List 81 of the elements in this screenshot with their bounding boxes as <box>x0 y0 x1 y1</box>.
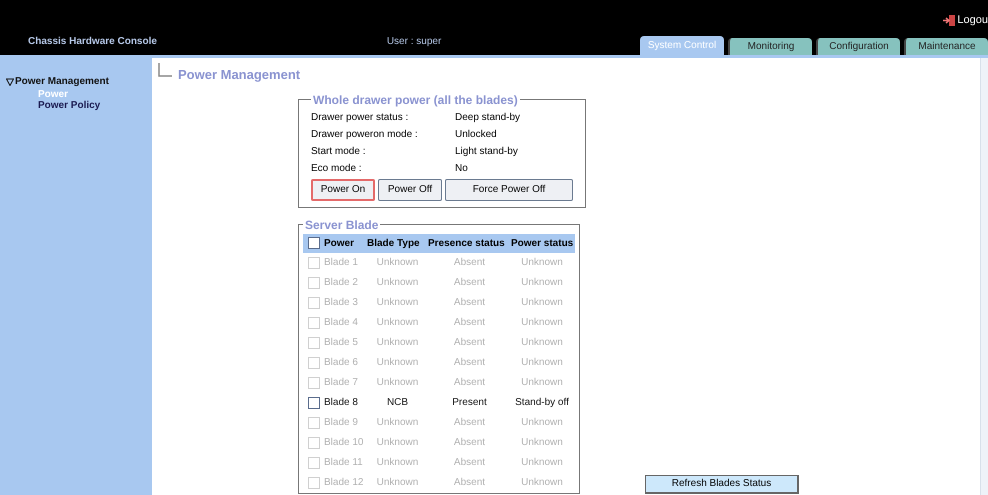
table-cell-text: Blade 2 <box>324 276 358 290</box>
table-cell-text: Unknown <box>376 476 418 490</box>
table-cell-text: Blade 8 <box>324 396 358 410</box>
table-cell-text: Absent <box>454 356 486 370</box>
table-cell-text: Blade 3 <box>324 296 358 310</box>
table-cell-text: Blade 10 <box>324 436 364 450</box>
table-cell-text: Unknown <box>521 376 563 390</box>
table-cell-text: Unknown <box>521 256 563 270</box>
table-cell-text: Absent <box>454 256 486 270</box>
table-cell-text: Blade 4 <box>324 316 358 330</box>
refresh-button[interactable]: Refresh Blades Status <box>645 474 799 494</box>
nav-tab[interactable]: Maintenance <box>904 38 988 55</box>
table-cell-text: Unknown <box>521 296 563 310</box>
column-header: Power status <box>511 236 574 250</box>
table-cell-text: Absent <box>454 456 486 470</box>
table-cell-text: Unknown <box>376 456 418 470</box>
table-cell-text: Stand-by off <box>515 396 569 410</box>
power-button[interactable]: Force Power Off <box>445 178 573 200</box>
table-cell-text: Blade 1 <box>324 256 358 270</box>
panel-legend: Whole drawer power (all the blades) <box>311 90 520 108</box>
table-cell-text: Absent <box>454 376 486 390</box>
table-cell-text: Unknown <box>521 416 563 430</box>
table-cell-text: Blade 5 <box>324 336 358 350</box>
field-value: Deep stand-by <box>455 110 520 124</box>
field-label: Eco mode : <box>311 162 363 176</box>
page-title: Power Management <box>178 66 300 84</box>
tree-group[interactable]: Power Management <box>6 74 152 89</box>
triangle-down-icon <box>6 78 14 86</box>
table-cell-text: Absent <box>454 476 486 490</box>
table-cell-text: Unknown <box>521 476 563 490</box>
field-label: Start mode : <box>311 144 366 158</box>
table-cell-text: Unknown <box>376 316 418 330</box>
table-cell-text: Blade 11 <box>324 456 363 470</box>
console-title: Chassis Hardware Console <box>28 35 158 49</box>
field-value: Unlocked <box>455 128 497 142</box>
table-cell-text: Unknown <box>376 376 418 390</box>
table-cell-text: Unknown <box>376 256 418 270</box>
table-cell-text: Unknown <box>376 276 418 290</box>
checkbox[interactable] <box>308 237 320 249</box>
table-cell-text: Unknown <box>521 336 563 350</box>
power-button[interactable]: Power On <box>311 178 375 200</box>
user-label: User : super <box>386 35 442 49</box>
table-cell-text: Unknown <box>521 456 563 470</box>
table-cell-text: Unknown <box>376 416 418 430</box>
table-cell-text: Unknown <box>521 436 563 450</box>
table-cell-text: Blade 6 <box>324 356 358 370</box>
power-button[interactable]: Power Off <box>378 178 442 200</box>
table-cell-text: Blade 9 <box>324 416 358 430</box>
table-cell-text: Blade 12 <box>324 476 364 490</box>
scrollbar[interactable] <box>980 58 988 495</box>
table-cell-text: Absent <box>454 276 486 290</box>
tree-item[interactable]: Power Policy <box>38 100 152 111</box>
field-value: Light stand-by <box>455 144 518 158</box>
logout-link[interactable]: Logou <box>943 12 988 28</box>
column-header: Blade Type <box>367 236 421 250</box>
exit-icon <box>943 14 956 26</box>
table-cell-text: Unknown <box>376 436 418 450</box>
field-label: Drawer power status : <box>311 110 410 124</box>
table-cell-text: Absent <box>454 296 486 310</box>
table-cell-text: Unknown <box>376 296 418 310</box>
checkbox[interactable] <box>308 396 320 408</box>
field-label: Drawer poweron mode : <box>311 128 419 142</box>
table-cell-text: Absent <box>454 336 486 350</box>
table-cell-text: Unknown <box>376 336 418 350</box>
table-cell-text: Absent <box>454 436 486 450</box>
table-cell-text: Blade 7 <box>324 376 358 390</box>
panel-legend: Server Blade <box>303 216 380 234</box>
table-cell-text: Unknown <box>376 356 418 370</box>
table-cell-text: Present <box>452 396 487 410</box>
table-cell-text: NCB <box>386 396 408 410</box>
table-cell-text: Absent <box>454 316 486 330</box>
table-cell-text: Unknown <box>521 276 563 290</box>
nav-tab[interactable]: Monitoring <box>728 38 812 55</box>
table-cell-text: Unknown <box>521 316 563 330</box>
table-cell-text: Absent <box>454 416 486 430</box>
table-cell-text: Unknown <box>521 356 563 370</box>
column-header: Presence status <box>428 236 506 250</box>
column-header: Power <box>324 236 354 250</box>
nav-tab[interactable]: Configuration <box>816 38 900 55</box>
corner-icon <box>158 63 172 77</box>
field-value: No <box>455 162 468 176</box>
